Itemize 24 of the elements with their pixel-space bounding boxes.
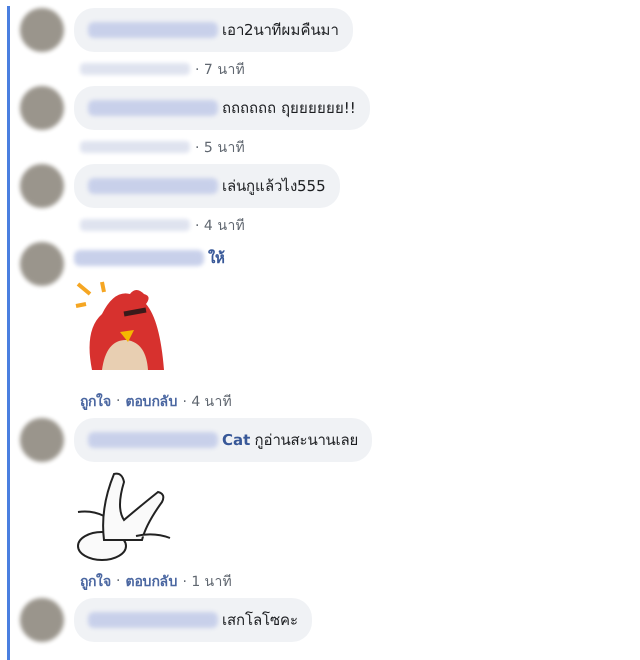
comment-text: กูอ่านสะนานเลย (254, 430, 358, 451)
comment-text: เอา2นาทีผมคืนมา (222, 20, 339, 41)
avatar-placeholder (20, 8, 64, 52)
comment-action-link[interactable]: ตอบกลับ (125, 390, 178, 412)
comment-time: · 7 นาที (195, 61, 244, 80)
comment-time: · 4 นาที (195, 217, 244, 236)
comment-action-link[interactable]: ถูกใจ (80, 390, 111, 412)
avatar-placeholder (20, 418, 64, 462)
comment-action-link[interactable]: ถูกใจ (80, 570, 111, 592)
comment-time: · (116, 573, 120, 589)
avatar-placeholder (20, 242, 64, 286)
commenter-name[interactable]: Cat (222, 431, 250, 449)
comment-time: · 1 นาที (182, 573, 232, 592)
comment-time: · 4 นาที (182, 393, 232, 412)
comment-text: เล่นกูแล้วไง555 (222, 176, 326, 197)
comment-time: · (116, 393, 120, 409)
comment-action-link[interactable]: ตอบกลับ (125, 570, 178, 592)
commenter-name[interactable]: ให้ (208, 246, 225, 270)
comment-text: เสกโลโซคะ (222, 610, 298, 631)
avatar-placeholder (20, 598, 64, 642)
avatar-placeholder (20, 164, 64, 208)
comment-time: · 5 นาที (195, 139, 244, 158)
comment-text: ถถถถถถ ฤุยยยยยย!! (222, 98, 356, 120)
avatar-placeholder (20, 86, 64, 130)
